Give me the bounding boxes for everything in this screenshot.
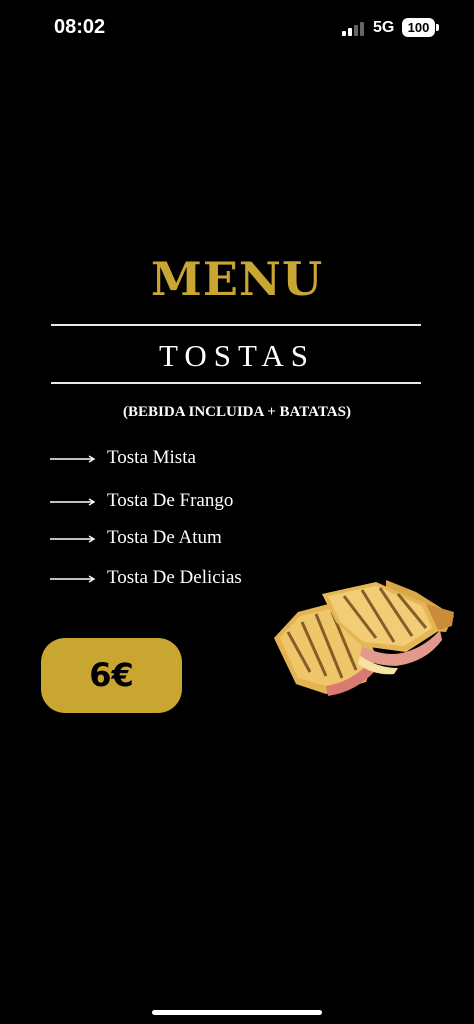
arrow-right-icon [50,455,96,463]
battery-icon: 100 [402,18,435,37]
status-time: 08:02 [54,16,106,38]
divider-top [51,324,421,326]
home-indicator[interactable] [152,1010,322,1015]
arrow-right-icon [50,575,96,583]
menu-item-label: Tosta De Atum [107,527,222,548]
menu-item: Tosta De Frango [50,487,310,517]
menu-item: Tosta Mista [50,444,310,474]
status-bar: 08:02 5G 100 [0,0,474,56]
price-label: 6€ [89,656,134,694]
network-type: 5G [373,19,395,36]
menu-item-label: Tosta De Delicias [107,567,242,588]
menu-item-label: Tosta Mista [107,447,196,468]
menu-title: MENU [150,252,324,306]
menu-item: Tosta De Atum [50,524,310,554]
menu-item-label: Tosta De Frango [107,490,234,511]
divider-bottom [51,382,421,384]
arrow-right-icon [50,498,96,506]
battery-tip [436,24,439,31]
toasted-sandwich-image [274,580,454,696]
price-badge: 6€ [41,638,182,713]
section-title: TOSTAS [158,338,316,373]
signal-icon [342,22,368,36]
arrow-right-icon [50,535,96,543]
menu-subtitle: (BEBIDA INCLUIDA + BATATAS) [123,404,351,420]
